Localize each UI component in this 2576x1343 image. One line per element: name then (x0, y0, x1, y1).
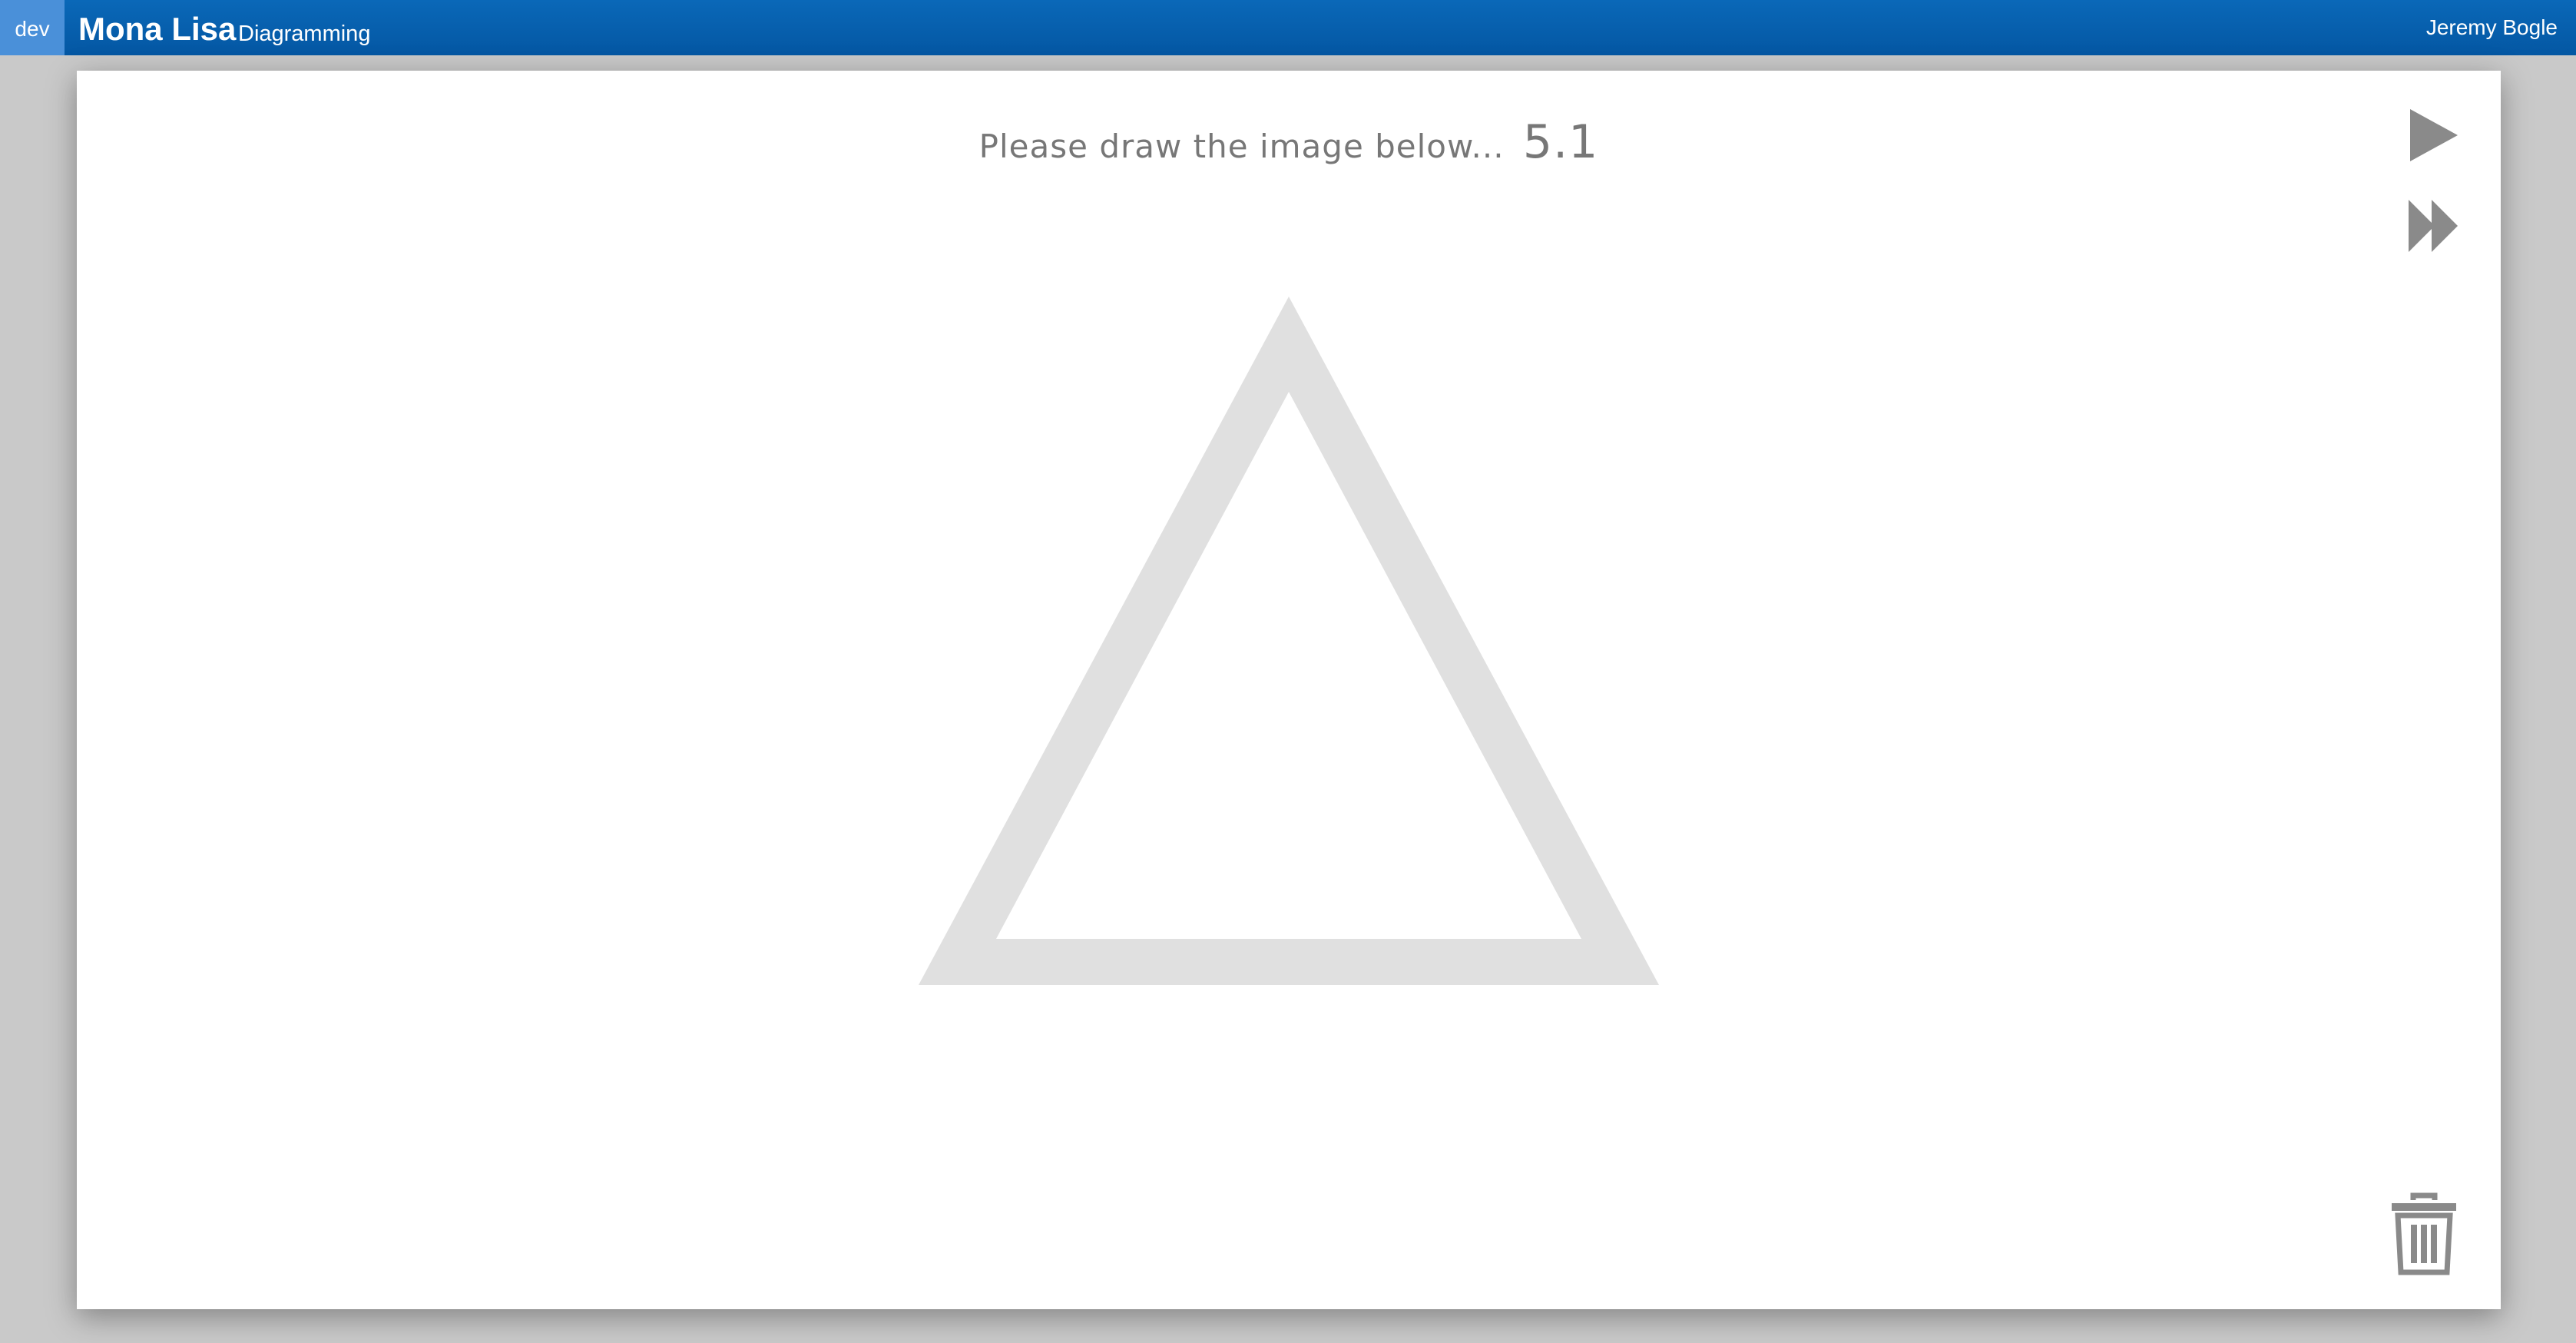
drawing-card: Please draw the image below... 5.1 (77, 71, 2501, 1309)
play-icon[interactable] (2401, 104, 2462, 166)
fast-forward-icon[interactable] (2401, 195, 2462, 257)
trash-icon[interactable] (2386, 1192, 2462, 1277)
app-section-label: Diagramming (238, 22, 371, 46)
environment-badge: dev (0, 0, 65, 55)
top-navigation-bar: dev Mona Lisa Diagramming Jeremy Bogle (0, 0, 2576, 55)
user-menu[interactable]: Jeremy Bogle (2426, 15, 2558, 40)
app-name[interactable]: Mona Lisa (78, 11, 236, 48)
drawing-canvas[interactable] (77, 71, 2501, 1309)
target-triangle-outline (919, 297, 1659, 985)
